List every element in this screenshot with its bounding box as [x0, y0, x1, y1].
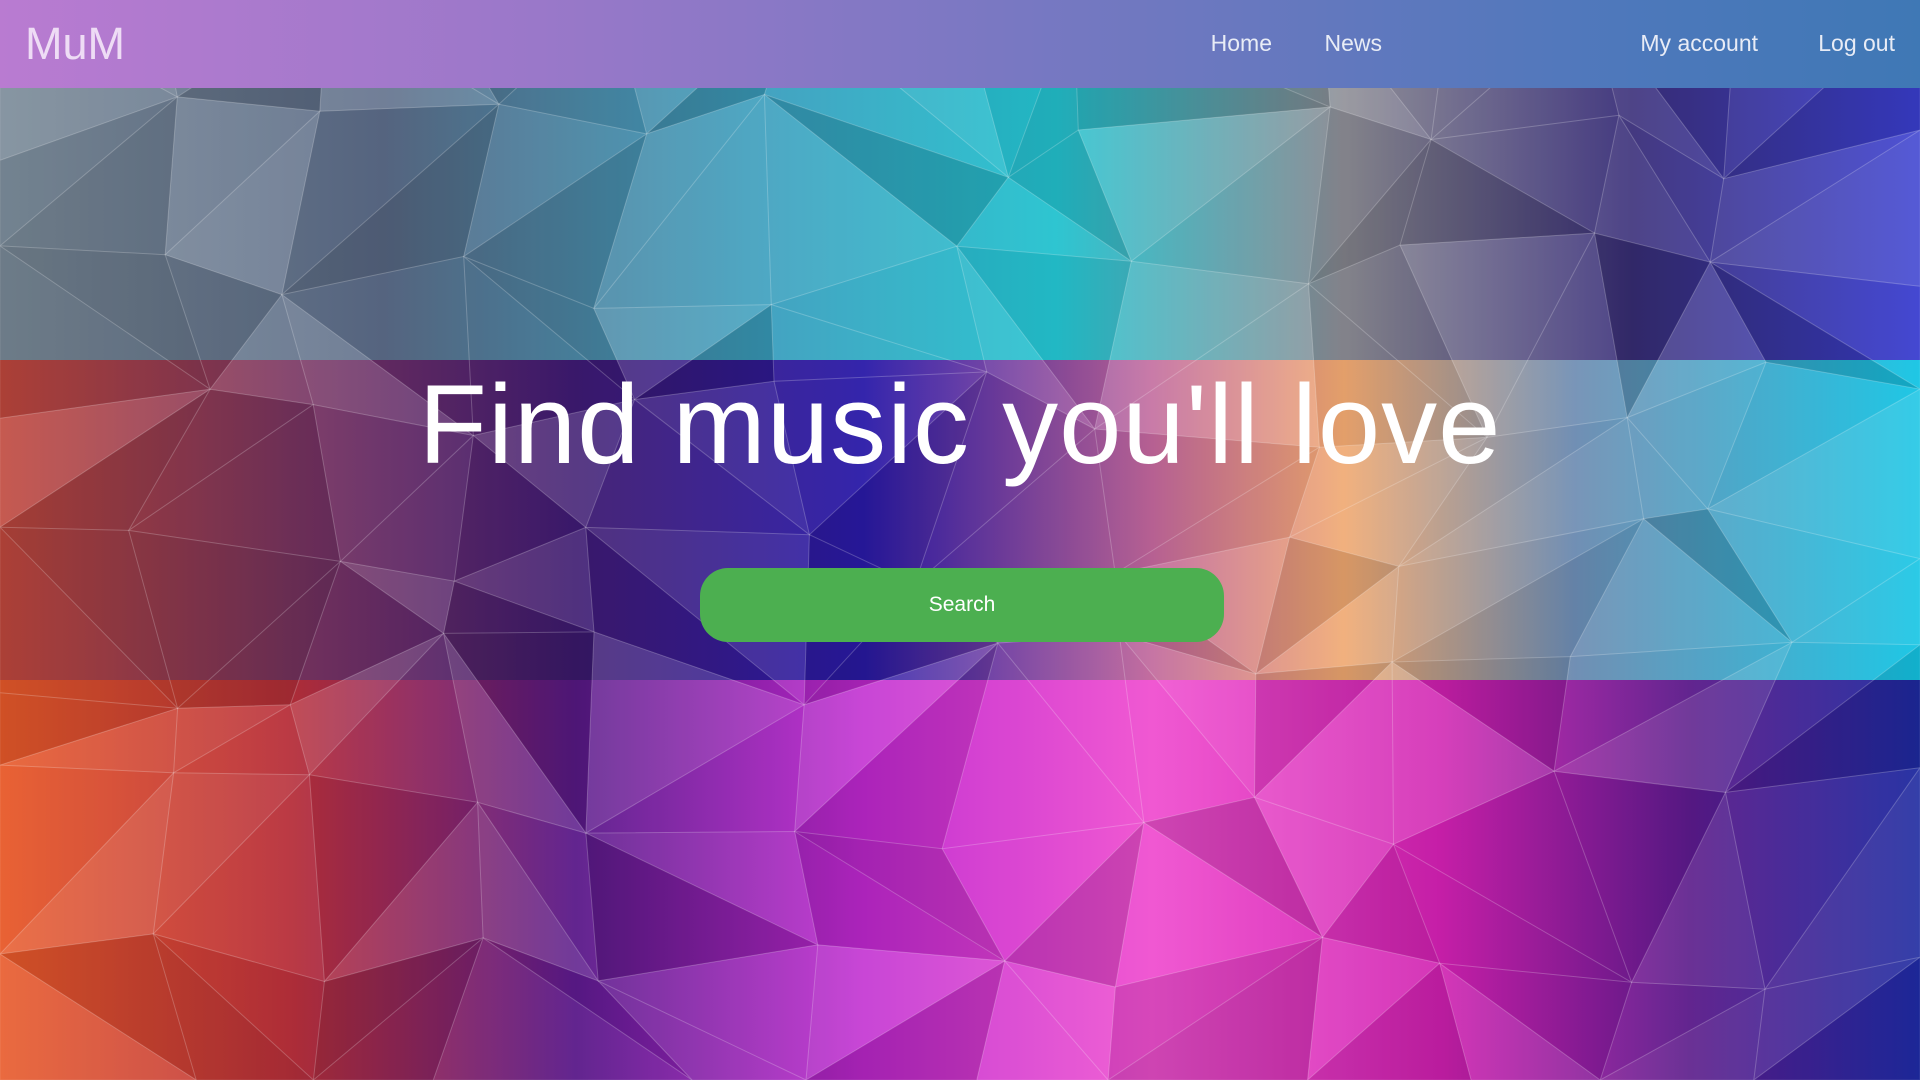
low-poly-background: [0, 0, 1920, 1080]
nav-link-my-account[interactable]: My account: [1640, 28, 1758, 58]
nav-link-home[interactable]: Home: [1211, 28, 1272, 58]
site-logo[interactable]: MuM: [25, 18, 125, 70]
hero-section: Find music you'll love: [0, 360, 1920, 490]
hero-title: Find music you'll love: [418, 362, 1502, 487]
top-navbar: MuM Home News My account Log out: [0, 0, 1920, 88]
search-button[interactable]: Search: [700, 568, 1224, 642]
nav-link-news[interactable]: News: [1324, 28, 1382, 58]
nav-link-log-out[interactable]: Log out: [1818, 28, 1895, 58]
